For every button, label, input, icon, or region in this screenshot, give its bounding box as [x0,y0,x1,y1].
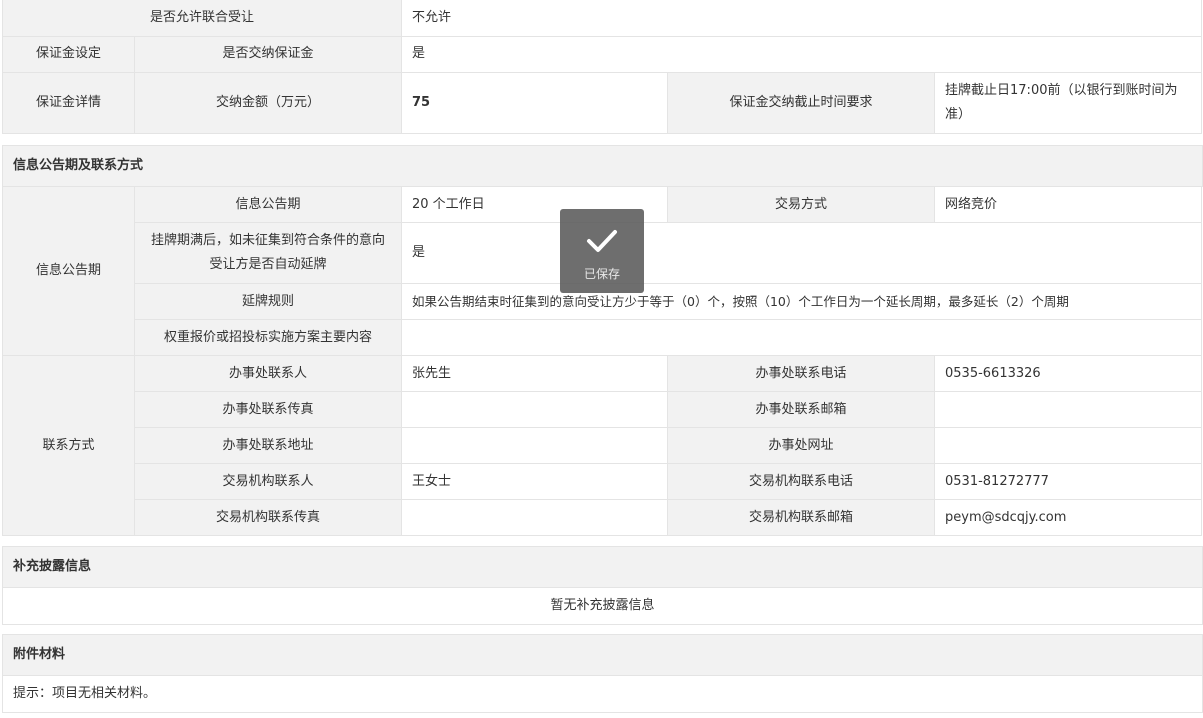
deposit-deadline-value: 挂牌截止日17:00前（以银行到账时间为准） [934,71,1203,134]
agency-email-label: 交易机构联系邮箱 [667,499,935,536]
agency-phone-value: 0531-81272777 [934,463,1202,500]
office-contact-value: 张先生 [401,355,668,392]
extend-rule-value: 如果公告期结束时征集到的意向受让方少于等于（0）个，按照（10）个工作日为一个延… [401,283,1202,320]
office-address-value [401,427,668,464]
period-label: 信息公告期 [134,186,402,223]
office-website-value [934,427,1202,464]
supplement-body: 暂无补充披露信息 [2,587,1203,625]
deposit-detail-label: 保证金详情 [2,71,135,134]
office-fax-label: 办事处联系传真 [134,391,402,428]
agency-phone-label: 交易机构联系电话 [667,463,935,500]
office-email-value [934,391,1202,428]
agency-fax-label: 交易机构联系传真 [134,499,402,536]
agency-email-value: peym@sdcqjy.com [934,499,1202,536]
agency-fax-value [401,499,668,536]
deposit-required-label: 是否交纳保证金 [133,35,403,73]
deposit-table: 是否允许联合受让 不允许 保证金设定 是否交纳保证金 是 保证金详情 交纳金额（… [1,0,1203,134]
extend-rule-label: 延牌规则 [134,283,402,320]
deposit-required-value: 是 [401,35,1203,73]
trade-method-value: 网络竞价 [934,186,1202,223]
section-header-supplement: 补充披露信息 [2,546,1203,588]
section-header-announcement: 信息公告期及联系方式 [2,145,1203,187]
office-phone-value: 0535-6613326 [934,355,1202,392]
auto-extend-label: 挂牌期满后，如未征集到符合条件的意向受让方是否自动延牌 [134,222,402,284]
office-website-label: 办事处网址 [667,427,935,464]
saved-toast-text: 已保存 [583,267,620,281]
deposit-deadline-label: 保证金交纳截止时间要求 [667,71,936,134]
section-header-attachments: 附件材料 [2,634,1203,676]
period-group-label: 信息公告期 [2,186,135,356]
trade-method-label: 交易方式 [667,186,935,223]
office-address-label: 办事处联系地址 [134,427,402,464]
auto-extend-value: 是 [401,222,1202,284]
check-icon [587,230,617,252]
contact-group-label: 联系方式 [2,355,135,536]
joint-transfer-value: 不允许 [401,0,1203,37]
office-contact-label: 办事处联系人 [134,355,402,392]
deposit-amount-label: 交纳金额（万元） [133,71,403,134]
deposit-setting-label: 保证金设定 [2,35,135,73]
attachments-body: 提示：项目无相关材料。 [2,675,1203,713]
weighted-plan-label: 权重报价或招投标实施方案主要内容 [134,319,402,356]
office-email-label: 办事处联系邮箱 [667,391,935,428]
office-phone-label: 办事处联系电话 [667,355,935,392]
weighted-plan-value [401,319,1202,356]
joint-transfer-label: 是否允许联合受让 [1,0,403,37]
office-fax-value [401,391,668,428]
saved-toast: 已保存 [560,209,644,293]
agency-contact-label: 交易机构联系人 [134,463,402,500]
agency-contact-value: 王女士 [401,463,668,500]
deposit-amount-value: 75 [401,71,669,134]
